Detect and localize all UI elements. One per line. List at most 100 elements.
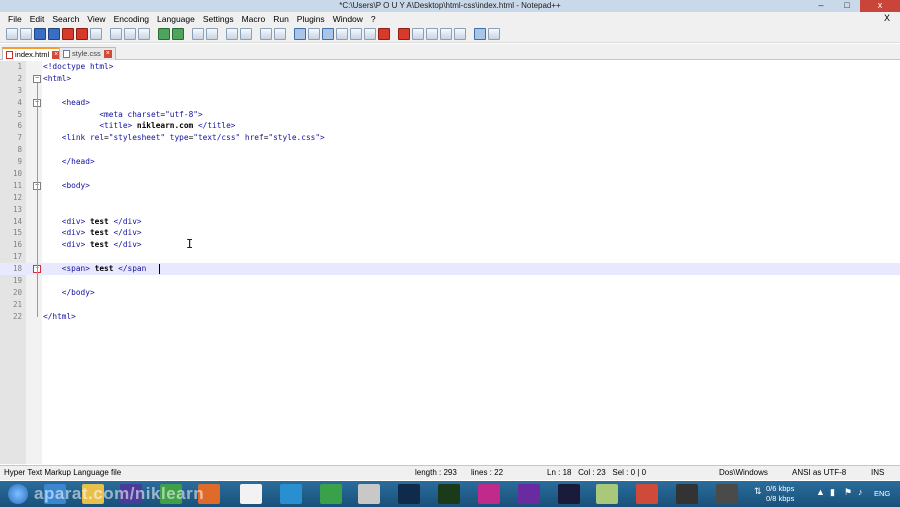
cut-icon[interactable]: [110, 27, 122, 40]
menu-macro[interactable]: Macro: [238, 14, 270, 24]
show-hidden-icons-icon[interactable]: ▲: [816, 487, 825, 497]
screen-recorder-icon[interactable]: [636, 484, 658, 504]
close-button[interactable]: x: [860, 0, 900, 12]
start-button-icon[interactable]: [8, 484, 28, 504]
minimize-button[interactable]: –: [808, 0, 834, 12]
code-text[interactable]: </html>: [43, 311, 76, 323]
notepad-document-icon[interactable]: [240, 484, 262, 504]
new-file-icon[interactable]: [6, 27, 18, 40]
paste-icon[interactable]: [138, 27, 150, 40]
menu-window[interactable]: Window: [329, 14, 367, 24]
record-macro-icon[interactable]: [398, 27, 410, 40]
spell-check-icon[interactable]: [474, 27, 486, 40]
code-text[interactable]: </body>: [43, 287, 95, 299]
code-lines[interactable]: 1 <!doctype html> 2 <html> 3 4 <head> 5 <meta …: [0, 61, 900, 323]
close-file-icon[interactable]: [62, 27, 74, 40]
save-macro-icon[interactable]: [454, 27, 466, 40]
code-text[interactable]: <div> test </div>: [43, 239, 142, 251]
find-icon[interactable]: [192, 27, 204, 40]
run-macro-multiple-icon[interactable]: [440, 27, 452, 40]
code-text[interactable]: <!doctype html>: [43, 61, 113, 73]
tab-style-css[interactable]: style.css ×: [59, 47, 116, 60]
show-all-characters-icon[interactable]: [308, 27, 320, 40]
copy-icon[interactable]: [124, 27, 136, 40]
save-icon[interactable]: [34, 27, 46, 40]
media-tool-icon[interactable]: [358, 484, 380, 504]
menu-settings[interactable]: Settings: [199, 14, 238, 24]
menu-help[interactable]: ?: [367, 14, 380, 24]
code-text[interactable]: <span> test </span: [43, 263, 147, 275]
function-list-icon[interactable]: [364, 27, 376, 40]
undo-icon[interactable]: [158, 27, 170, 40]
user-language-icon[interactable]: [336, 27, 348, 40]
menu-run[interactable]: Run: [269, 14, 293, 24]
close-all-icon[interactable]: [76, 27, 88, 40]
code-text[interactable]: <div> test </div>: [43, 216, 142, 228]
photoshop-icon[interactable]: [398, 484, 420, 504]
notepad-plus-plus-icon[interactable]: [596, 484, 618, 504]
play-macro-icon[interactable]: [426, 27, 438, 40]
zoom-out-icon[interactable]: [240, 27, 252, 40]
code-line[interactable]: 3: [0, 85, 900, 97]
code-text[interactable]: </head>: [43, 156, 95, 168]
telegram-icon[interactable]: [280, 484, 302, 504]
code-line[interactable]: 18 <span> test </span: [0, 263, 900, 276]
code-line[interactable]: 14 <div> test </div>: [0, 216, 900, 228]
code-line[interactable]: 20 </body>: [0, 287, 900, 299]
fold-toggle-icon[interactable]: −: [33, 74, 41, 83]
code-text[interactable]: <body>: [43, 180, 90, 192]
menu-edit[interactable]: Edit: [26, 14, 49, 24]
code-line[interactable]: 10: [0, 168, 900, 180]
devcpp-icon[interactable]: [558, 484, 580, 504]
print-icon[interactable]: [90, 27, 102, 40]
code-line[interactable]: 6 <title> niklearn.com </title>: [0, 120, 900, 132]
redo-icon[interactable]: [172, 27, 184, 40]
tab-close-icon[interactable]: ×: [103, 50, 112, 58]
editor[interactable]: 1 <!doctype html> 2 <html> 3 4 <head> 5 <meta …: [0, 61, 900, 464]
code-text[interactable]: <head>: [43, 97, 90, 109]
menu-view[interactable]: View: [83, 14, 109, 24]
code-line[interactable]: 17: [0, 251, 900, 263]
code-text[interactable]: <div> test </div>: [43, 227, 142, 239]
language-indicator[interactable]: ENG: [874, 489, 890, 498]
flag-icon[interactable]: ⚑: [844, 487, 852, 498]
php-icon[interactable]: [518, 484, 540, 504]
code-line[interactable]: 1 <!doctype html>: [0, 61, 900, 73]
app-icon[interactable]: [478, 484, 500, 504]
media-player-icon[interactable]: [716, 484, 738, 504]
menu-encoding[interactable]: Encoding: [110, 14, 153, 24]
dreamweaver-icon[interactable]: [438, 484, 460, 504]
network-icon[interactable]: ▮: [830, 487, 835, 498]
sync-vertical-icon[interactable]: [260, 27, 272, 40]
code-text[interactable]: <link rel="stylesheet" type="text/css" h…: [43, 132, 325, 144]
menu-plugins[interactable]: Plugins: [293, 14, 329, 24]
code-line[interactable]: 19: [0, 275, 900, 287]
code-line[interactable]: 11 <body>: [0, 180, 900, 192]
tab-index-html[interactable]: index.html ×: [2, 47, 65, 60]
code-line[interactable]: 13: [0, 204, 900, 216]
zoom-in-icon[interactable]: [226, 27, 238, 40]
maximize-button[interactable]: □: [834, 0, 860, 12]
code-line[interactable]: 7 <link rel="stylesheet" type="text/css"…: [0, 132, 900, 144]
menu-file[interactable]: File: [4, 14, 26, 24]
code-line[interactable]: 5 <meta charset="utf-8">: [0, 109, 900, 121]
code-line[interactable]: 12: [0, 192, 900, 204]
indent-guide-icon[interactable]: [322, 27, 334, 40]
code-line[interactable]: 9 </head>: [0, 156, 900, 168]
code-line[interactable]: 16 <div> test </div>: [0, 239, 900, 251]
code-text[interactable]: <title> niklearn.com </title>: [43, 120, 235, 132]
replace-icon[interactable]: [206, 27, 218, 40]
code-line[interactable]: 4 <head>: [0, 97, 900, 109]
menu-search[interactable]: Search: [48, 14, 83, 24]
open-file-icon[interactable]: [20, 27, 32, 40]
save-all-icon[interactable]: [48, 27, 60, 40]
code-text[interactable]: <html>: [43, 73, 71, 85]
xbox-icon[interactable]: [320, 484, 342, 504]
volume-icon[interactable]: ♪: [858, 487, 863, 497]
stop-macro-icon[interactable]: [412, 27, 424, 40]
code-line[interactable]: 22 </html>: [0, 311, 900, 323]
menu-language[interactable]: Language: [153, 14, 199, 24]
monitoring-icon[interactable]: [378, 27, 390, 40]
code-line[interactable]: 21: [0, 299, 900, 311]
code-line[interactable]: 15 <div> test </div>: [0, 227, 900, 239]
